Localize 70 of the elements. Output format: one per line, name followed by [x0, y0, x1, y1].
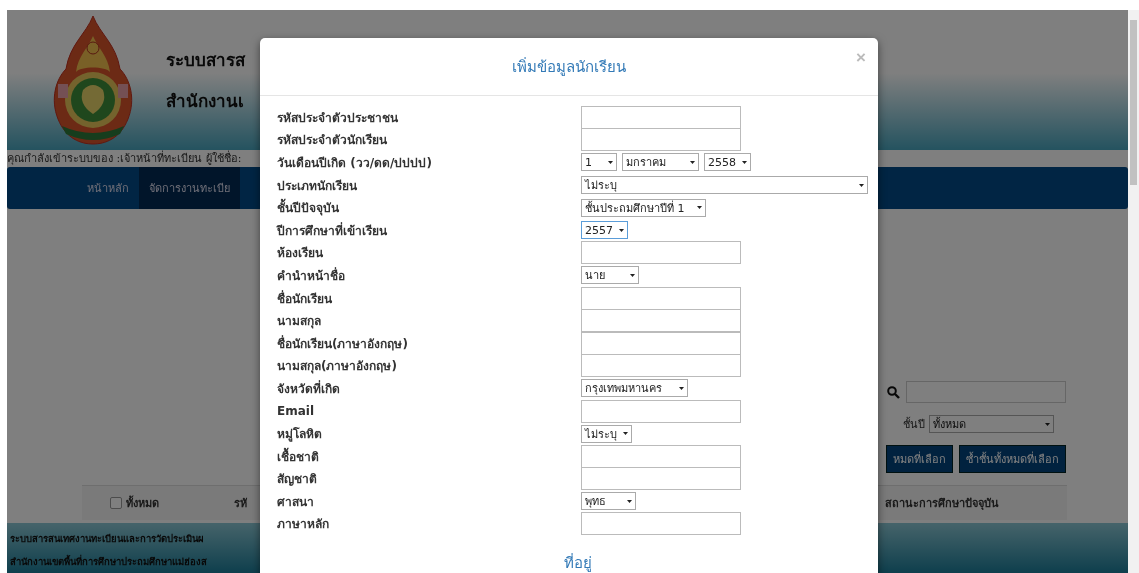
- field-label: ห้องเรียน: [277, 245, 324, 263]
- nav-item[interactable]: จัดการงานทะเบีย: [139, 167, 240, 209]
- text-field[interactable]: [581, 354, 741, 378]
- caret-icon: [630, 272, 635, 278]
- field-label: ชื่อนักเรียน(ภาษาอังกฤษ): [277, 334, 409, 353]
- field-label: คำนำหน้าชื่อ: [277, 266, 346, 285]
- caret-icon: [1045, 421, 1050, 427]
- text-field[interactable]: [581, 309, 741, 333]
- caret-icon: [623, 431, 628, 437]
- filter-label: ชั้นปี: [903, 416, 925, 433]
- field-label: นามสกุล: [277, 313, 322, 331]
- dropdown[interactable]: มกราคม: [622, 153, 699, 172]
- field-label: รหัสประจำตัวนักเรียน: [277, 132, 388, 150]
- dropdown[interactable]: กรุงเทพมหานคร: [581, 379, 688, 398]
- field-label: ปีการศึกษาที่เข้าเรียน: [277, 221, 388, 240]
- dialog-title: เพิ่มข้อมูลนักเรียน: [512, 56, 626, 78]
- dropdown[interactable]: ไม่ระบุ: [581, 424, 632, 443]
- dropdown[interactable]: ทั้งหมด: [929, 415, 1054, 433]
- field-label: วันเดือนปีเกิด (วว/ดด/ปปปป): [277, 155, 433, 172]
- action-button[interactable]: ซ้ำชั้นทั้งหมดที่เลือก: [959, 445, 1066, 473]
- field-label: จังหวัดที่เกิด: [277, 379, 341, 398]
- field-label: รหัสประจำตัวประชาชน: [277, 109, 399, 127]
- caret-icon: [742, 160, 747, 165]
- dropdown[interactable]: พุทธ: [581, 492, 636, 511]
- field-label: นามสกุล(ภาษาอังกฤษ): [277, 358, 398, 376]
- footer-text: สำนักงานเขตพื้นที่การศึกษาประถมศึกษาแม่ฮ่องส: [10, 554, 207, 569]
- column-header: รหั: [234, 496, 248, 512]
- dropdown[interactable]: นาย: [581, 266, 639, 285]
- user-info: คุณกำลังเข้าระบบของ :เจ้าหน้าที่ทะเบียน ผู้ใช้ชื่อ:: [7, 150, 242, 167]
- field-label: หมู่โลหิต: [277, 426, 323, 444]
- dropdown[interactable]: ไม่ระบุ: [581, 176, 868, 195]
- search-icon: [887, 385, 900, 399]
- field-label: ศาสนา: [277, 493, 315, 511]
- field-label: Email: [277, 404, 316, 418]
- caret-icon: [679, 385, 684, 391]
- caret-icon: [697, 205, 702, 211]
- dropdown[interactable]: 2557: [581, 221, 628, 240]
- text-field[interactable]: [581, 286, 741, 310]
- scrollbar[interactable]: [1128, 10, 1139, 573]
- column-header: ทั้งหมด: [126, 494, 159, 512]
- field-label: ภาษาหลัก: [277, 516, 330, 534]
- text-field[interactable]: [581, 331, 741, 355]
- text-field[interactable]: [581, 128, 741, 152]
- dropdown[interactable]: 1: [581, 153, 617, 172]
- caret-icon: [859, 182, 864, 188]
- field-label: ชั้นปีปัจจุบัน: [277, 198, 581, 218]
- dropdown[interactable]: ชั้นประถมศึกษาปีที่ 1: [581, 198, 706, 217]
- footer-text: ระบบสารสนเทศงานทะเบียนและการวัดประเมินผ: [10, 532, 204, 546]
- action-button[interactable]: หมดที่เลือก: [886, 445, 953, 473]
- text-field[interactable]: [581, 512, 741, 536]
- checkbox[interactable]: [110, 497, 122, 509]
- text-field[interactable]: [581, 241, 741, 265]
- caret-icon: [608, 160, 613, 165]
- field-label: ชื่อนักเรียน: [277, 289, 333, 308]
- section-title: ที่อยู่: [563, 552, 592, 573]
- column-header: สถานะการศึกษาปัจจุบัน: [885, 496, 1000, 512]
- caret-icon: [627, 498, 632, 504]
- dropdown[interactable]: 2558: [704, 153, 751, 172]
- field-label: ประเภทนักเรียน: [277, 177, 358, 195]
- text-field[interactable]: [581, 105, 741, 129]
- caret-icon: [690, 160, 695, 165]
- field-label: สัญชาติ: [277, 471, 318, 489]
- text-field[interactable]: [581, 444, 741, 468]
- text-field[interactable]: [581, 399, 741, 423]
- site-title: สำนักงานเ: [166, 90, 245, 113]
- caret-icon: [619, 227, 624, 233]
- text-field[interactable]: [581, 467, 741, 491]
- site-title: ระบบสารส: [166, 49, 245, 72]
- search-field[interactable]: [906, 381, 1066, 403]
- field-label: เชื้อชาติ: [277, 446, 320, 466]
